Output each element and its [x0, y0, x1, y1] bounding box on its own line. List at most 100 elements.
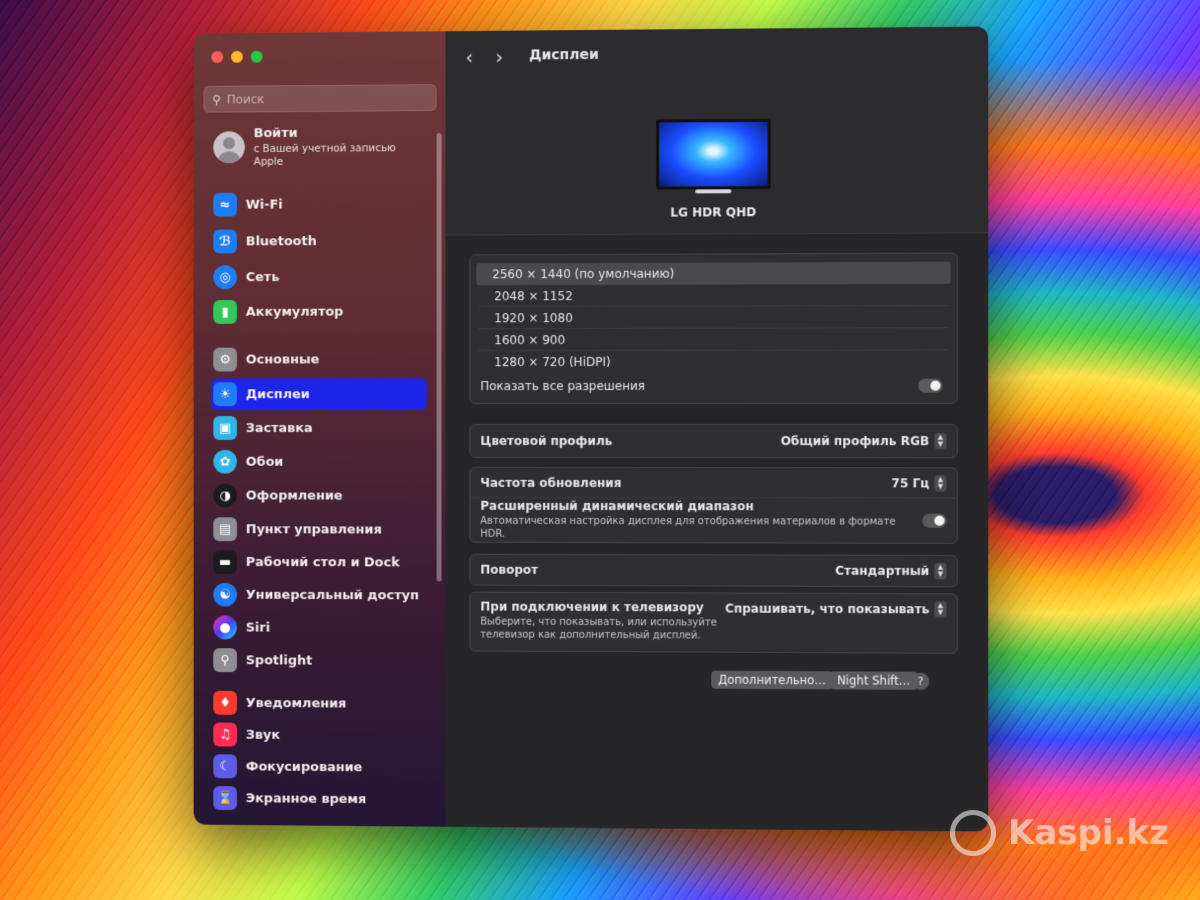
window-controls: [211, 50, 263, 64]
gear-icon: ⚙: [213, 347, 237, 372]
search-icon: ⚲: [212, 92, 221, 107]
globe-icon: ◎: [213, 265, 237, 290]
resolution-option[interactable]: 2560 × 1440 (по умолчанию): [476, 261, 951, 286]
show-all-label: Показать все разрешения: [480, 378, 646, 394]
page-title: Дисплеи: [529, 46, 599, 64]
tv-description-line2: телевизор как дополнительный дисплей.: [480, 629, 701, 642]
magnifier-icon: ⚲: [213, 648, 237, 673]
refresh-rate-select[interactable]: 75 Гц ▲ ▼: [891, 474, 947, 491]
accessibility-icon: ☯: [213, 582, 237, 607]
sidebar-item-label: Универсальный доступ: [245, 587, 419, 603]
avatar: [213, 131, 245, 164]
close-button[interactable]: [211, 51, 224, 64]
account-signin[interactable]: Войти с Вашей учетной записью Apple: [213, 125, 402, 169]
sidebar-item-label: Пункт управления: [245, 521, 382, 538]
sidebar-item-sound[interactable]: ♫ Звук: [211, 720, 426, 751]
hdr-toggle[interactable]: [922, 513, 947, 528]
advanced-button[interactable]: Дополнительно…: [711, 670, 834, 690]
monitor-icon[interactable]: [656, 118, 771, 190]
sidebar-item-wallpaper[interactable]: ✿ Обои: [211, 447, 426, 477]
sidebar-item-notifications[interactable]: ♦ Уведомления: [211, 688, 426, 719]
sun-icon: ☀: [213, 382, 237, 407]
sidebar-item-general[interactable]: ⚙ Основные: [211, 344, 426, 374]
sidebar-item-label: Оформление: [245, 488, 343, 504]
updown-chevron-icon: ▲ ▼: [934, 601, 947, 618]
screensaver-icon: ▣: [213, 416, 237, 440]
account-title: Войти: [253, 125, 298, 142]
sidebar-item-label: Рабочий стол и Dock: [245, 554, 400, 570]
tv-mode-select[interactable]: Спрашивать, что показывать ▲ ▼: [725, 601, 947, 618]
updown-chevron-icon: ▲ ▼: [934, 474, 947, 491]
sidebar-item-label: Дисплеи: [245, 386, 310, 402]
forward-arrow-icon[interactable]: ›: [495, 45, 503, 69]
sidebar-item-network[interactable]: ◎ Сеть: [211, 262, 426, 293]
sidebar-item-label: Siri: [245, 620, 271, 636]
refresh-rate-label: Частота обновления: [480, 475, 622, 490]
sidebar-item-label: Сеть: [245, 269, 280, 285]
hdr-description: Автоматическая настройка дисплея для ото…: [480, 515, 896, 540]
sidebar: ⚲ Поиск Войти с Вашей учетной записью Ap…: [193, 31, 446, 827]
siri-icon: ●: [213, 615, 237, 640]
sidebar-item-screensaver[interactable]: ▣ Заставка: [211, 413, 426, 443]
sidebar-item-desktop-dock[interactable]: ▬ Рабочий стол и Dock: [211, 547, 426, 577]
resolution-option[interactable]: 1280 × 720 (HiDPI): [478, 350, 948, 373]
resolution-list: 2560 × 1440 (по умолчанию) 2048 × 1152 1…: [469, 252, 958, 405]
show-all-toggle[interactable]: [918, 378, 943, 393]
tv-label: При подключении к телевизору: [480, 599, 704, 615]
watermark: Kaspi.kz: [950, 810, 1169, 856]
rotation-row: Поворот Стандартный ▲ ▼: [469, 553, 958, 588]
history-nav: ‹ ›: [465, 45, 503, 69]
sidebar-scrollbar[interactable]: [436, 132, 442, 582]
sidebar-item-bluetooth[interactable]: ℬ Bluetooth: [211, 226, 426, 257]
show-all-row: Показать все разрешения: [470, 373, 956, 400]
sidebar-item-label: Фокусирование: [245, 759, 363, 775]
resolution-option[interactable]: 1600 × 900: [478, 328, 949, 352]
watermark-text: Kaspi.kz: [1008, 813, 1169, 853]
sidebar-item-screen-time[interactable]: ⌛ Экранное время: [211, 783, 426, 815]
sidebar-item-label: Заставка: [245, 420, 313, 436]
sidebar-item-wifi[interactable]: ≈ Wi-Fi: [211, 189, 426, 220]
control-center-icon: ▤: [213, 517, 237, 542]
wifi-icon: ≈: [213, 192, 237, 217]
zoom-button[interactable]: [250, 50, 263, 63]
sidebar-item-label: Экранное время: [245, 790, 367, 807]
resolution-option[interactable]: 2048 × 1152: [478, 283, 949, 308]
moon-icon: ☾: [213, 754, 237, 779]
sidebar-item-control-center[interactable]: ▤ Пункт управления: [211, 514, 426, 544]
search-input[interactable]: ⚲ Поиск: [203, 84, 437, 113]
appearance-icon: ◑: [213, 483, 237, 508]
night-shift-button[interactable]: Night Shift…: [830, 671, 918, 690]
sidebar-item-label: Wi-Fi: [245, 197, 283, 213]
sidebar-item-appearance[interactable]: ◑ Оформление: [211, 481, 426, 511]
monitor-stand: [695, 189, 732, 194]
sidebar-item-label: Bluetooth: [245, 233, 317, 249]
bell-icon: ♦: [213, 690, 237, 715]
sidebar-item-label: Основные: [245, 351, 320, 367]
tv-connection-row: При подключении к телевизору Выберите, ч…: [469, 591, 958, 654]
kaspi-logo-icon: [950, 810, 996, 856]
display-name: LG HDR QHD: [670, 205, 757, 220]
minimize-button[interactable]: [231, 50, 243, 63]
color-profile-label: Цветовой профиль: [480, 433, 613, 449]
sidebar-item-label: Обои: [245, 454, 284, 470]
updown-chevron-icon: ▲ ▼: [934, 433, 947, 450]
displays-pane: ‹ › Дисплеи LG HDR QHD 2560 × 1440 (по у…: [445, 26, 989, 832]
color-profile-select[interactable]: Общий профиль RGB ▲ ▼: [781, 433, 947, 450]
account-subtitle: с Вашей учетной записью Apple: [253, 142, 396, 168]
help-button[interactable]: ?: [912, 672, 930, 690]
display-header: ‹ › Дисплеи LG HDR QHD: [445, 26, 989, 236]
resolution-option[interactable]: 1920 × 1080: [478, 306, 949, 330]
rotation-select[interactable]: Стандартный ▲ ▼: [835, 563, 947, 580]
color-profile-row: Цветовой профиль Общий профиль RGB ▲ ▼: [469, 423, 958, 459]
back-arrow-icon[interactable]: ‹: [465, 45, 473, 69]
sidebar-item-siri[interactable]: ● Siri: [211, 612, 426, 643]
sidebar-item-accessibility[interactable]: ☯ Универсальный доступ: [211, 580, 426, 611]
bluetooth-icon: ℬ: [213, 229, 237, 254]
dock-icon: ▬: [213, 550, 237, 574]
sidebar-item-focus[interactable]: ☾ Фокусирование: [211, 751, 426, 782]
sidebar-item-displays[interactable]: ☀ Дисплеи: [211, 378, 427, 411]
refresh-hdr-group: Частота обновления 75 Гц ▲ ▼ Расширенный …: [469, 466, 958, 544]
sidebar-item-spotlight[interactable]: ⚲ Spotlight: [211, 645, 426, 676]
sidebar-item-battery[interactable]: ▮ Аккумулятор: [211, 296, 426, 326]
sidebar-item-label: Уведомления: [245, 695, 347, 712]
